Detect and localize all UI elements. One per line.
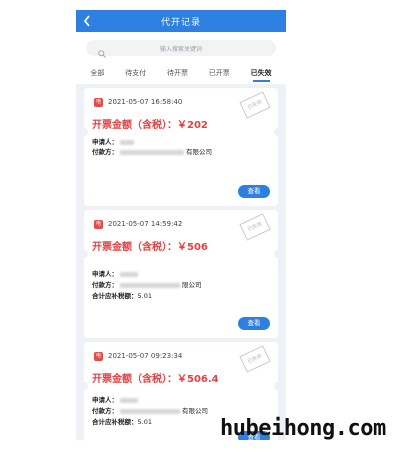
tax-label: 合计应补税额： [92, 418, 138, 426]
redacted-payer [120, 408, 180, 414]
phone-screen: 代开记录 输入搜索关键词 全部 待支付 待开票 已开票 已失效 电 2021-0… [76, 10, 286, 440]
payer-suffix: 限公司 [182, 281, 202, 289]
card-notch-right [274, 250, 282, 258]
search-icon [98, 43, 106, 58]
applicant-row: 申请人： [92, 394, 140, 404]
page-title: 代开记录 [160, 17, 201, 28]
payer-label: 付款方： [92, 148, 118, 156]
invoice-amount: 开票金额（含税）：￥202 [92, 120, 208, 131]
expired-stamp: 已失效 [239, 213, 271, 241]
payer-row: 付款方： 有限公司 [92, 405, 208, 415]
tax-row: 合计应补税额：5.01 [92, 290, 152, 300]
expired-stamp: 已失效 [239, 91, 271, 119]
invoice-amount: 开票金额（含税）：￥506 [92, 242, 208, 253]
applicant-label: 申请人： [92, 396, 118, 404]
card-notch-right [274, 128, 282, 136]
record-card: 电 2021-05-07 14:59:42 已失效 开票金额（含税）：￥506 … [80, 210, 282, 338]
tab-invoiced[interactable]: 已开票 [209, 64, 230, 82]
back-arrow-icon[interactable] [82, 12, 98, 30]
search-input[interactable]: 输入搜索关键词 [86, 40, 276, 58]
redacted-payer [120, 282, 180, 288]
e-invoice-badge: 电 [94, 352, 103, 361]
site-watermark: hubeihong.com [220, 416, 386, 441]
view-button[interactable]: 查看 [238, 185, 270, 198]
invoice-amount: 开票金额（含税）：￥506.4 [92, 374, 219, 385]
payer-row: 付款方： 有限公司 [92, 146, 212, 156]
redacted-name [120, 139, 134, 145]
redacted-name [120, 397, 138, 403]
redacted-payer [120, 149, 184, 155]
applicant-row: 申请人： [92, 136, 136, 146]
applicant-row: 申请人： [92, 268, 140, 278]
applicant-label: 申请人： [92, 138, 118, 146]
search-placeholder: 输入搜索关键词 [159, 45, 202, 53]
tab-expired[interactable]: 已失效 [251, 64, 272, 82]
payer-suffix: 有限公司 [182, 407, 208, 415]
search-bar-container: 输入搜索关键词 [76, 32, 286, 62]
record-card: 电 2021-05-07 16:58:40 已失效 开票金额（含税）：￥202 … [80, 88, 282, 206]
e-invoice-badge: 电 [94, 220, 103, 229]
card-notch-left [80, 250, 88, 258]
tax-value: 5.01 [137, 292, 152, 300]
record-timestamp: 2021-05-07 14:59:42 [108, 220, 183, 228]
tax-value: 5.01 [137, 418, 152, 426]
title-bar: 代开记录 [76, 10, 286, 32]
tab-bar: 全部 待支付 待开票 已开票 已失效 [76, 62, 286, 84]
tab-pending-payment[interactable]: 待支付 [125, 64, 146, 82]
expired-stamp: 已失效 [239, 345, 271, 373]
payer-label: 付款方： [92, 407, 118, 415]
view-button[interactable]: 查看 [238, 317, 270, 330]
tab-all[interactable]: 全部 [90, 64, 104, 82]
payer-label: 付款方： [92, 281, 118, 289]
payer-suffix: 有限公司 [186, 148, 212, 156]
applicant-label: 申请人： [92, 270, 118, 278]
card-notch-left [80, 382, 88, 390]
record-timestamp: 2021-05-07 16:58:40 [108, 98, 183, 106]
payer-row: 付款方： 限公司 [92, 279, 202, 289]
record-timestamp: 2021-05-07 09:23:34 [108, 352, 183, 360]
redacted-name [120, 271, 138, 277]
card-notch-right [274, 382, 282, 390]
e-invoice-badge: 电 [94, 98, 103, 107]
card-notch-left [80, 128, 88, 136]
tax-label: 合计应补税额： [92, 292, 138, 300]
tab-pending-invoice[interactable]: 待开票 [167, 64, 188, 82]
tax-row: 合计应补税额：5.01 [92, 416, 152, 426]
